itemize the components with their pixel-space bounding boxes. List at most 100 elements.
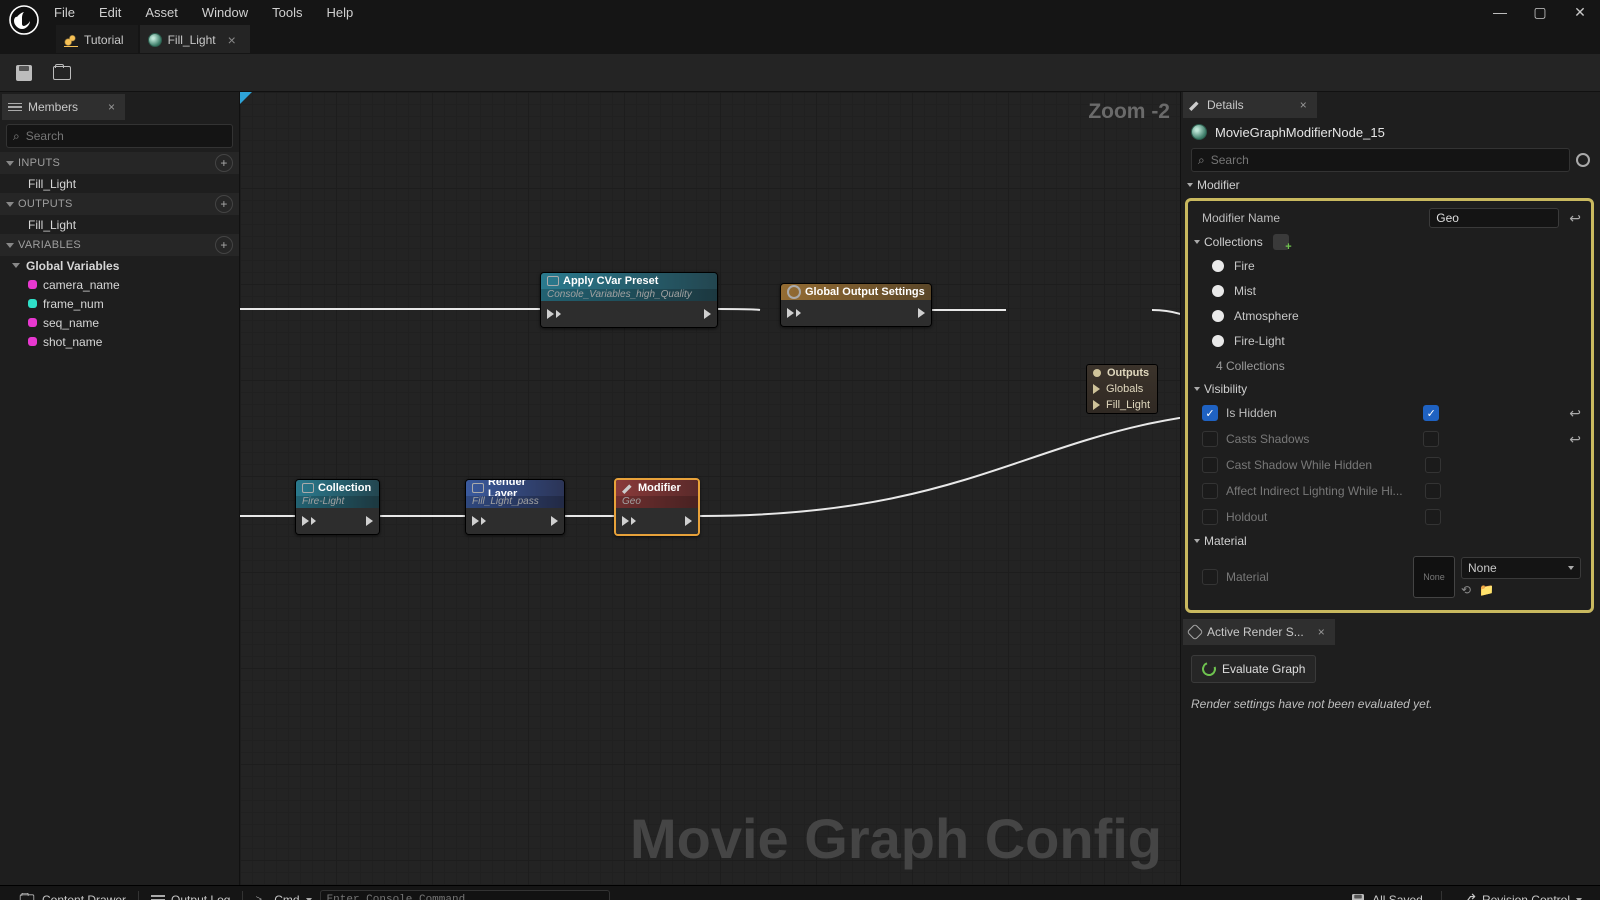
add-variable-button[interactable]: + [215, 236, 233, 254]
override-checkbox[interactable]: ✓ [1202, 405, 1218, 421]
exec-pin[interactable] [1093, 384, 1100, 394]
override-checkbox[interactable] [1202, 509, 1218, 525]
exec-input-pin[interactable] [472, 516, 486, 526]
section-visibility[interactable]: Visibility [1188, 378, 1591, 400]
exec-pin[interactable] [1093, 400, 1100, 410]
value-checkbox[interactable] [1425, 483, 1441, 499]
save-status-button[interactable]: All Saved [1342, 888, 1431, 900]
window-minimize[interactable]: — [1480, 0, 1520, 24]
value-checkbox[interactable]: ✓ [1423, 405, 1439, 421]
exec-output-pin[interactable] [685, 516, 692, 526]
section-variables[interactable]: VARIABLES + [0, 234, 239, 256]
exec-input-pin[interactable] [547, 309, 561, 319]
graph-icon [64, 33, 78, 47]
close-icon[interactable]: × [228, 32, 236, 48]
exec-input-pin[interactable] [622, 516, 636, 526]
search-input[interactable] [26, 129, 226, 143]
members-tab[interactable]: Members × [2, 94, 125, 120]
collection-item[interactable]: Fire [1188, 253, 1591, 278]
override-checkbox[interactable] [1202, 431, 1218, 447]
window-close[interactable]: ✕ [1560, 0, 1600, 24]
override-checkbox[interactable] [1202, 457, 1218, 473]
save-icon [1352, 894, 1364, 900]
node-outputs[interactable]: Outputs Globals Fill_Light [1086, 364, 1158, 414]
section-material[interactable]: Material [1188, 530, 1591, 552]
modifier-name-input[interactable] [1429, 208, 1559, 228]
exec-output-pin[interactable] [551, 516, 558, 526]
material-picker[interactable]: None [1461, 557, 1581, 579]
add-input-button[interactable]: + [215, 154, 233, 172]
collection-item[interactable]: Atmosphere [1188, 303, 1591, 328]
menu-asset[interactable]: Asset [135, 2, 188, 23]
search-input[interactable] [1211, 153, 1563, 167]
value-checkbox[interactable] [1425, 509, 1441, 525]
close-icon[interactable]: × [108, 100, 115, 114]
exec-input-pin[interactable] [302, 516, 316, 526]
value-checkbox[interactable] [1423, 431, 1439, 447]
add-collection-button[interactable] [1273, 234, 1289, 250]
window-maximize[interactable]: ▢ [1520, 0, 1560, 24]
prop-material: Material None None ⟲ 📁 [1188, 552, 1591, 602]
content-drawer-button[interactable]: Content Drawer [10, 889, 134, 900]
revision-control-button[interactable]: ⎇Revision Control [1452, 887, 1590, 900]
exec-input-pin[interactable] [787, 308, 801, 318]
reset-icon[interactable]: ↩ [1569, 210, 1581, 227]
close-icon[interactable]: × [1300, 98, 1307, 112]
input-item[interactable]: Fill_Light [0, 174, 239, 193]
details-tab[interactable]: Details × [1183, 92, 1317, 118]
graph-watermark: Movie Graph Config [630, 806, 1162, 871]
tab-fill-light[interactable]: Fill_Light × [140, 25, 250, 53]
section-collections[interactable]: Collections [1188, 231, 1591, 253]
reset-icon[interactable]: ↩ [1569, 405, 1581, 422]
reset-icon[interactable]: ↩ [1569, 431, 1581, 448]
section-inputs[interactable]: INPUTS + [0, 152, 239, 174]
members-search[interactable]: ⌕ [6, 124, 233, 148]
global-vars-header[interactable]: Global Variables [0, 256, 239, 275]
console-command-input[interactable] [320, 890, 610, 900]
output-item[interactable]: Fill_Light [0, 215, 239, 234]
menu-help[interactable]: Help [316, 2, 363, 23]
cmd-select[interactable]: >_Cmd [247, 888, 319, 900]
var-camera-name[interactable]: camera_name [0, 275, 239, 294]
exec-output-pin[interactable] [918, 308, 925, 318]
browse-button[interactable] [46, 59, 78, 87]
close-icon[interactable]: × [1318, 625, 1325, 639]
save-button[interactable] [8, 59, 40, 87]
section-outputs[interactable]: OUTPUTS + [0, 193, 239, 215]
add-output-button[interactable]: + [215, 195, 233, 213]
settings-icon[interactable] [1576, 153, 1590, 167]
use-selected-icon[interactable]: ⟲ [1461, 583, 1471, 597]
menu-edit[interactable]: Edit [89, 2, 131, 23]
section-modifier[interactable]: Modifier [1181, 174, 1600, 196]
evaluate-graph-button[interactable]: Evaluate Graph [1191, 655, 1316, 683]
graph-canvas[interactable]: Zoom -2 Movie Graph Config Apply CVar Pr… [240, 92, 1180, 885]
node-global-output-settings[interactable]: Global Output Settings [780, 283, 932, 327]
menu-window[interactable]: Window [192, 2, 258, 23]
chevron-down-icon [1187, 183, 1193, 187]
override-checkbox[interactable] [1202, 569, 1218, 585]
material-thumb[interactable]: None [1413, 556, 1455, 598]
render-settings-tab[interactable]: Active Render S... × [1183, 619, 1335, 645]
collection-item[interactable]: Fire-Light [1188, 328, 1591, 353]
override-checkbox[interactable] [1202, 483, 1218, 499]
type-pin-icon [28, 337, 37, 346]
node-modifier[interactable]: Modifier Geo [614, 478, 700, 536]
value-checkbox[interactable] [1425, 457, 1441, 473]
node-render-layer[interactable]: Render Layer Fill_Light_pass [465, 479, 565, 535]
browse-to-icon[interactable]: 📁 [1479, 583, 1494, 597]
exec-output-pin[interactable] [704, 309, 711, 319]
output-log-button[interactable]: Output Log [143, 889, 238, 900]
node-collection[interactable]: Collection Fire-Light [295, 479, 380, 535]
menu-file[interactable]: File [44, 2, 85, 23]
exec-output-pin[interactable] [366, 516, 373, 526]
panel-corner-icon [240, 92, 252, 104]
var-frame-num[interactable]: frame_num [0, 294, 239, 313]
collection-item[interactable]: Mist [1188, 278, 1591, 303]
node-apply-cvar-preset[interactable]: Apply CVar Preset Console_Variables_high… [540, 272, 718, 328]
var-seq-name[interactable]: seq_name [0, 313, 239, 332]
chevron-down-icon [6, 161, 14, 166]
menu-tools[interactable]: Tools [262, 2, 312, 23]
tab-tutorial[interactable]: Tutorial [56, 25, 138, 53]
var-shot-name[interactable]: shot_name [0, 332, 239, 351]
details-search[interactable]: ⌕ [1191, 148, 1570, 172]
